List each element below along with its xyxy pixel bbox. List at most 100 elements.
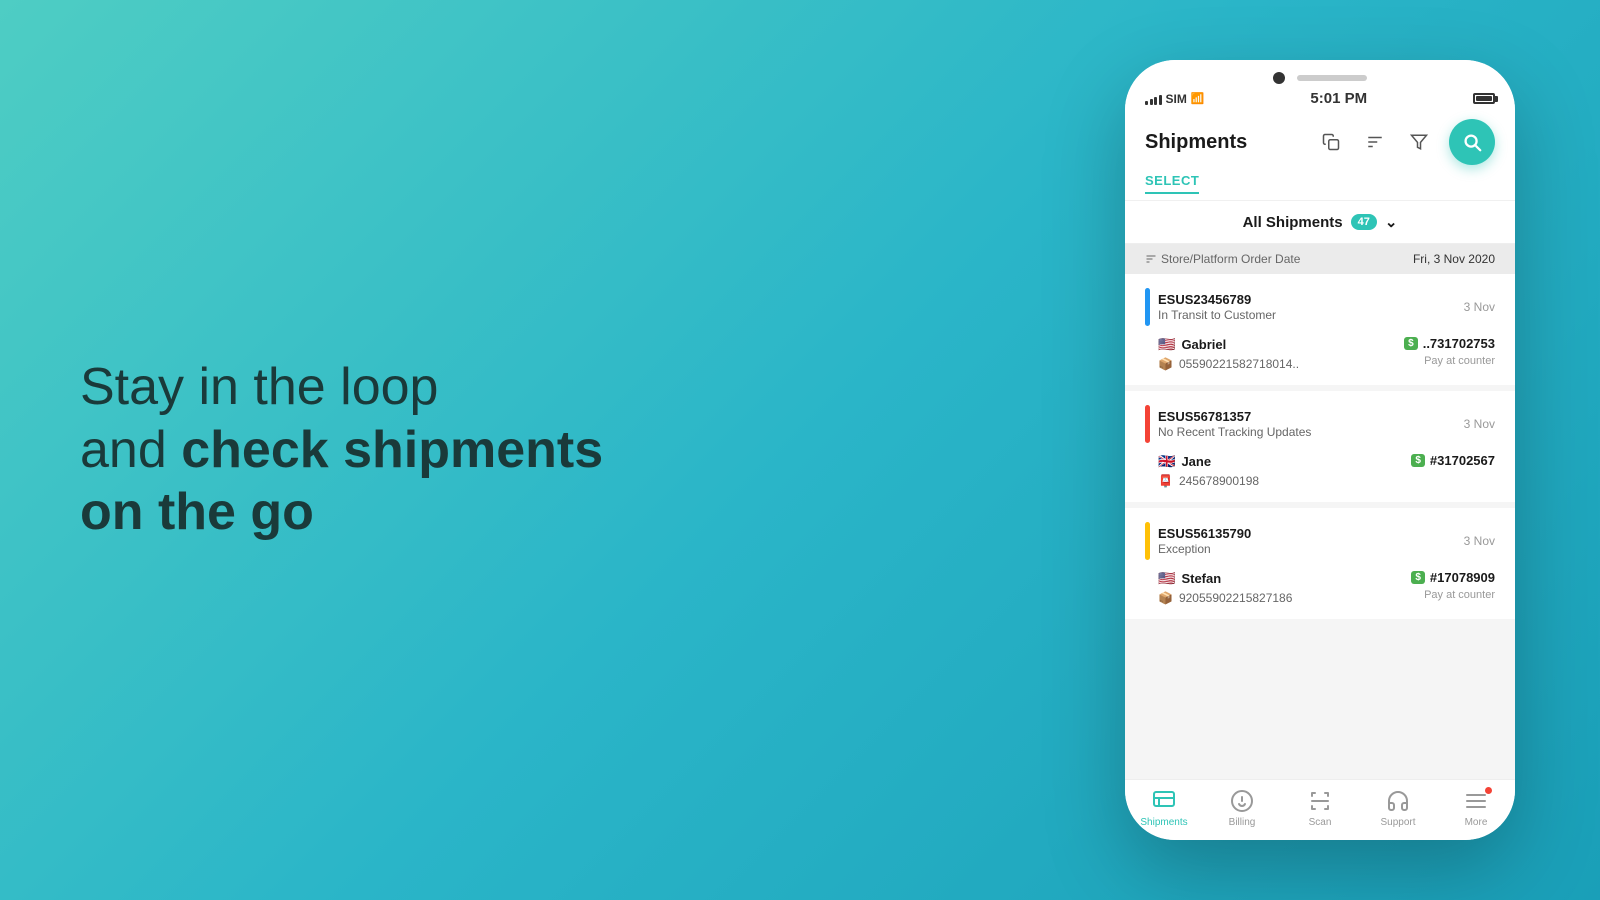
- carrier-icon: 📮: [1158, 474, 1173, 488]
- customer-name: 🇬🇧 Jane: [1158, 453, 1259, 470]
- carrier-label: SIM: [1166, 92, 1187, 106]
- nav-label-support: Support: [1380, 817, 1415, 828]
- nav-item-shipments[interactable]: Shipments: [1125, 788, 1203, 828]
- shipments-list: Store/Platform Order Date Fri, 3 Nov 202…: [1125, 244, 1515, 779]
- app-header: Shipments: [1125, 111, 1515, 201]
- status-indicator: [1145, 522, 1150, 560]
- header-actions: SELECT: [1145, 173, 1495, 200]
- date-sort-label: Store/Platform Order Date: [1145, 252, 1300, 266]
- search-fab-button[interactable]: [1449, 119, 1495, 165]
- notification-dot: [1484, 786, 1493, 795]
- nav-item-billing[interactable]: Billing: [1203, 788, 1281, 828]
- order-info: $ ..731702753 Pay at counter: [1404, 336, 1495, 367]
- order-badge: $: [1404, 337, 1418, 350]
- flag-icon: 🇺🇸: [1158, 336, 1175, 353]
- shipment-row2: 🇬🇧 Jane 📮 245678900198 $ #31702567: [1145, 453, 1495, 488]
- shipment-row2: 🇺🇸 Gabriel 📦 05590221582718014.. $ ..731…: [1145, 336, 1495, 371]
- copy-icon[interactable]: [1317, 128, 1345, 156]
- flag-icon: 🇬🇧: [1158, 453, 1175, 470]
- shipment-date: 3 Nov: [1464, 300, 1495, 314]
- order-info: $ #17078909 Pay at counter: [1411, 570, 1495, 601]
- header-icons: [1317, 119, 1495, 165]
- payment-status: Pay at counter: [1424, 355, 1495, 367]
- nav-item-more[interactable]: More: [1437, 788, 1515, 828]
- nav-item-support[interactable]: Support: [1359, 788, 1437, 828]
- nav-item-scan[interactable]: Scan: [1281, 788, 1359, 828]
- page-title: Shipments: [1145, 131, 1247, 154]
- nav-label-scan: Scan: [1309, 817, 1332, 828]
- signal-bars: [1145, 93, 1162, 105]
- status-time: 5:01 PM: [1310, 90, 1367, 107]
- shipment-id-area: ESUS56781357 No Recent Tracking Updates: [1145, 405, 1311, 443]
- tracking-info: 📦 05590221582718014..: [1158, 357, 1299, 371]
- customer-name: 🇺🇸 Gabriel: [1158, 336, 1299, 353]
- nav-label-billing: Billing: [1229, 817, 1256, 828]
- status-bar: SIM 📶 5:01 PM: [1125, 88, 1515, 111]
- tracking-info: 📮 245678900198: [1158, 474, 1259, 488]
- filter-icon[interactable]: [1405, 128, 1433, 156]
- customer-info: 🇬🇧 Jane 📮 245678900198: [1158, 453, 1259, 488]
- support-icon: [1385, 788, 1411, 814]
- carrier-icon: 📦: [1158, 591, 1173, 605]
- order-id: $ #31702567: [1411, 453, 1495, 468]
- filter-badge: 47: [1351, 214, 1377, 230]
- order-info: $ #31702567: [1411, 453, 1495, 468]
- phone-notch: [1125, 60, 1515, 88]
- shipment-card[interactable]: ESUS23456789 In Transit to Customer 3 No…: [1125, 274, 1515, 385]
- order-badge: $: [1411, 571, 1425, 584]
- shipment-date: 3 Nov: [1464, 417, 1495, 431]
- phone: SIM 📶 5:01 PM Shipments: [1125, 60, 1515, 840]
- order-badge: $: [1411, 454, 1425, 467]
- filter-label[interactable]: All Shipments 47 ⌄: [1243, 213, 1398, 231]
- signal-bar-4: [1159, 95, 1162, 105]
- shipment-card[interactable]: ESUS56135790 Exception 3 Nov 🇺🇸 Stefan �: [1125, 508, 1515, 619]
- customer-info: 🇺🇸 Gabriel 📦 05590221582718014..: [1158, 336, 1299, 371]
- date-value: Fri, 3 Nov 2020: [1413, 252, 1495, 266]
- shipment-id-area: ESUS56135790 Exception: [1145, 522, 1251, 560]
- customer-name: 🇺🇸 Stefan: [1158, 570, 1292, 587]
- flag-icon: 🇺🇸: [1158, 570, 1175, 587]
- bottom-nav: Shipments Billing: [1125, 779, 1515, 840]
- shipment-row1: ESUS56781357 No Recent Tracking Updates …: [1145, 405, 1495, 443]
- shipment-status: Exception: [1158, 542, 1251, 556]
- shipment-row2: 🇺🇸 Stefan 📦 92055902215827186 $ #1707890…: [1145, 570, 1495, 605]
- header-top: Shipments: [1145, 119, 1495, 165]
- filter-text: All Shipments: [1243, 214, 1343, 231]
- order-id: $ #17078909: [1411, 570, 1495, 585]
- shipment-id: ESUS56781357: [1158, 409, 1311, 424]
- wifi-icon: 📶: [1191, 92, 1205, 105]
- billing-icon: [1229, 788, 1255, 814]
- shipment-row1: ESUS23456789 In Transit to Customer 3 No…: [1145, 288, 1495, 326]
- sort-small-icon: [1145, 253, 1157, 265]
- speaker-bar: [1297, 75, 1367, 81]
- select-button[interactable]: SELECT: [1145, 173, 1199, 194]
- carrier-icon: 📦: [1158, 357, 1173, 371]
- nav-label-more: More: [1465, 817, 1488, 828]
- tagline: Stay in the loop and check shipments on …: [80, 356, 730, 543]
- payment-status: Pay at counter: [1424, 589, 1495, 601]
- order-id: $ ..731702753: [1404, 336, 1495, 351]
- sort-icon[interactable]: [1361, 128, 1389, 156]
- status-indicator: [1145, 405, 1150, 443]
- status-left: SIM 📶: [1145, 92, 1205, 106]
- signal-bar-3: [1154, 97, 1157, 105]
- signal-bar-2: [1150, 99, 1153, 105]
- shipment-id-area: ESUS23456789 In Transit to Customer: [1145, 288, 1276, 326]
- shipment-id: ESUS23456789: [1158, 292, 1276, 307]
- shipment-status: In Transit to Customer: [1158, 308, 1276, 322]
- shipment-id: ESUS56135790: [1158, 526, 1251, 541]
- filter-dropdown[interactable]: All Shipments 47 ⌄: [1125, 201, 1515, 244]
- date-header: Store/Platform Order Date Fri, 3 Nov 202…: [1125, 244, 1515, 274]
- shipment-card[interactable]: ESUS56781357 No Recent Tracking Updates …: [1125, 391, 1515, 502]
- left-section: Stay in the loop and check shipments on …: [80, 356, 730, 543]
- shipment-status: No Recent Tracking Updates: [1158, 425, 1311, 439]
- phone-wrapper: SIM 📶 5:01 PM Shipments: [1120, 60, 1520, 840]
- battery-fill: [1476, 96, 1492, 101]
- signal-bar-1: [1145, 101, 1148, 105]
- shipment-date: 3 Nov: [1464, 534, 1495, 548]
- battery-icon: [1473, 93, 1495, 104]
- status-indicator: [1145, 288, 1150, 326]
- nav-label-shipments: Shipments: [1140, 817, 1187, 828]
- shipments-icon: [1151, 788, 1177, 814]
- more-icon: [1463, 788, 1489, 814]
